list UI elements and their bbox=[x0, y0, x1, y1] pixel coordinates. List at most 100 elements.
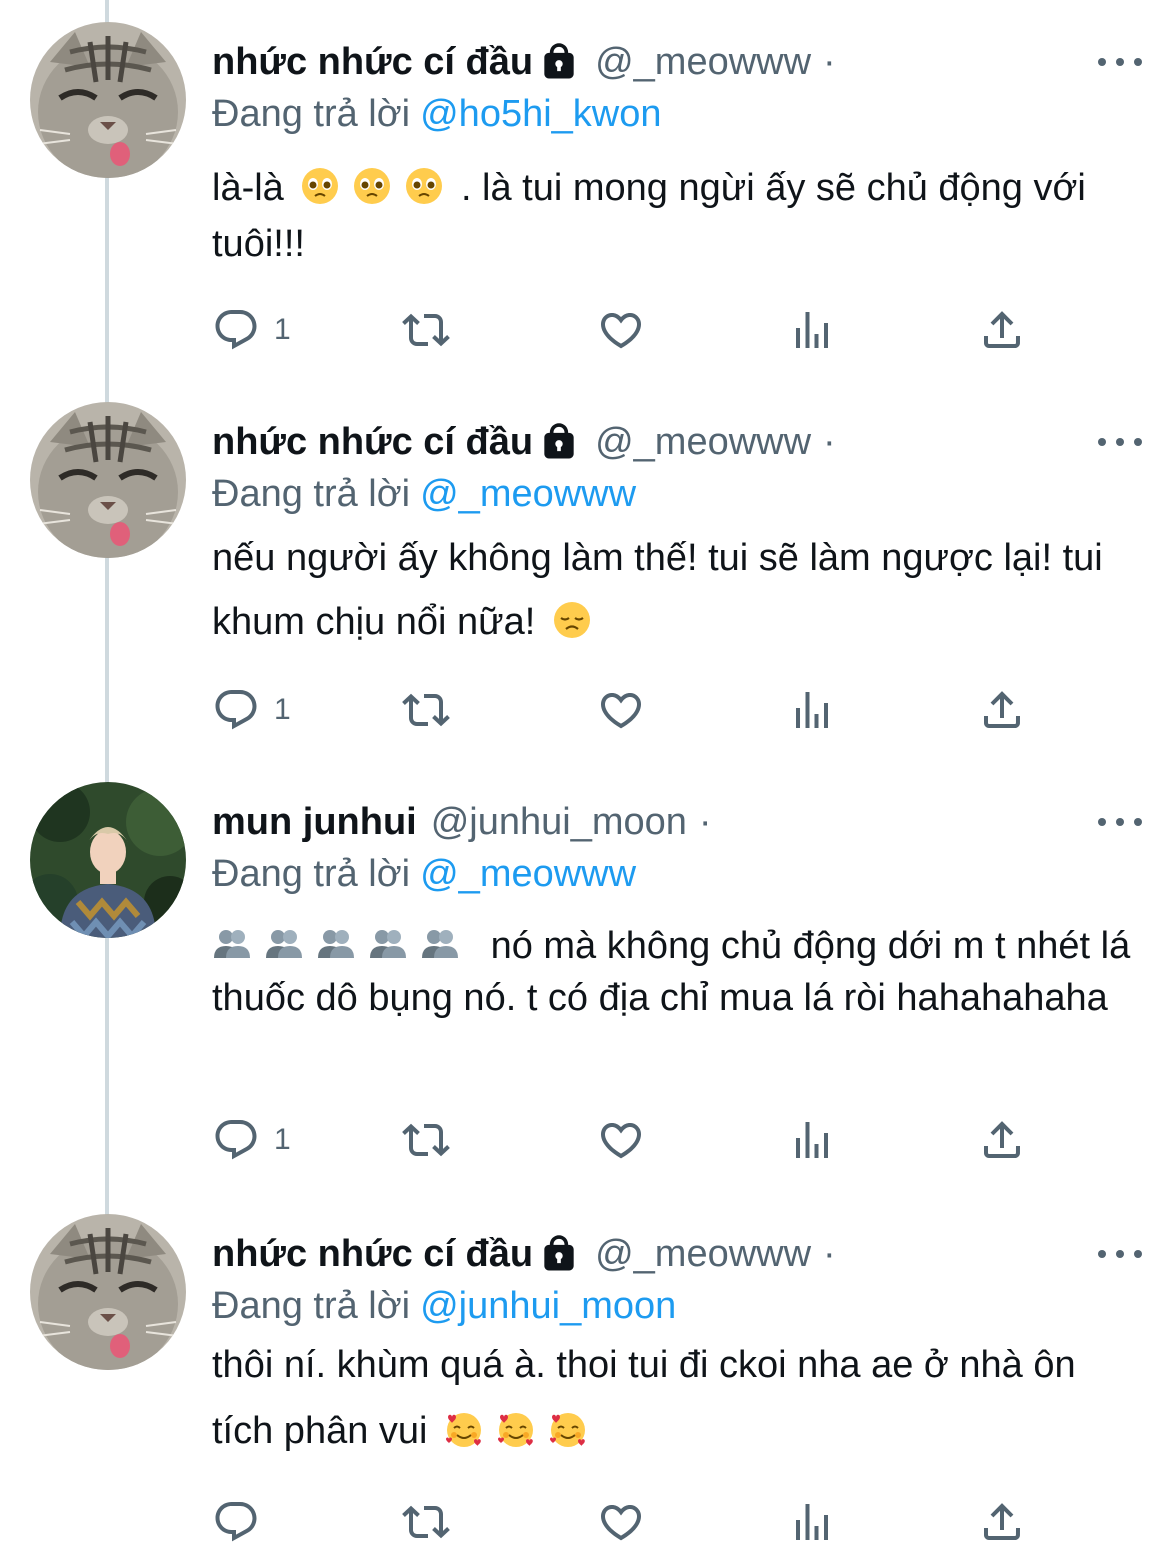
tweet-actions: 1 bbox=[212, 682, 1042, 738]
user-handle[interactable]: @_meowww bbox=[595, 38, 811, 86]
cat-avatar-image bbox=[30, 22, 186, 178]
like-button[interactable] bbox=[597, 302, 645, 358]
tweet-text-part: thôi ní. khùm quá à. thoi tui đi ckoi nh… bbox=[212, 1344, 1076, 1452]
share-button[interactable] bbox=[978, 682, 1026, 738]
separator-dot: · bbox=[823, 41, 836, 83]
cat-avatar-image bbox=[30, 1214, 186, 1370]
retweet-button[interactable] bbox=[402, 1112, 450, 1168]
share-button[interactable] bbox=[978, 1112, 1026, 1168]
more-options-icon[interactable] bbox=[1098, 430, 1142, 454]
lock-icon bbox=[537, 1232, 581, 1276]
pleading-face-emoji bbox=[300, 166, 340, 206]
tweet-header: nhức nhức cí đầu @_meowww · bbox=[212, 38, 1110, 86]
tweet-4[interactable]: nhức nhức cí đầu @_meowww · Đang trả lời… bbox=[0, 1212, 1170, 1556]
like-button[interactable] bbox=[597, 1494, 645, 1550]
pleading-face-emoji bbox=[404, 166, 444, 206]
busts-emoji bbox=[264, 924, 304, 964]
views-icon bbox=[788, 686, 836, 734]
mention-link[interactable]: @ho5hi_kwon bbox=[420, 93, 661, 135]
reply-icon bbox=[212, 1116, 260, 1164]
tweet-text-part: . là tui mong ngừi ấy sẽ chủ động với tu… bbox=[212, 167, 1086, 265]
more-options-icon[interactable] bbox=[1098, 810, 1142, 834]
reply-count: 1 bbox=[274, 693, 291, 726]
replying-to: Đang trả lời @junhui_moon bbox=[212, 1280, 676, 1332]
tweet-header: nhức nhức cí đầu @_meowww · bbox=[212, 418, 1110, 466]
retweet-icon bbox=[402, 1498, 450, 1546]
cat-avatar-image bbox=[30, 402, 186, 558]
tweet-text: thôi ní. khùm quá à. thoi tui đi ckoi nh… bbox=[212, 1332, 1142, 1464]
tweet-text-part: nếu người ấy không làm thế! tui sẽ làm n… bbox=[212, 537, 1103, 643]
user-handle[interactable]: @_meowww bbox=[595, 418, 811, 466]
reply-icon bbox=[212, 1498, 260, 1546]
display-name[interactable]: nhức nhức cí đầu bbox=[212, 1230, 533, 1278]
busts-emoji bbox=[420, 924, 460, 964]
tweet-2[interactable]: nhức nhức cí đầu @_meowww · Đang trả lời… bbox=[0, 400, 1170, 760]
reply-button[interactable]: 1 bbox=[212, 1112, 291, 1168]
display-name[interactable]: nhức nhức cí đầu bbox=[212, 418, 533, 466]
smiling-face-with-hearts-emoji bbox=[444, 1409, 484, 1449]
reply-button[interactable]: 1 bbox=[212, 302, 291, 358]
views-button[interactable] bbox=[788, 1112, 836, 1168]
separator-dot: · bbox=[698, 801, 712, 843]
views-icon bbox=[788, 1498, 836, 1546]
user-handle[interactable]: @_meowww bbox=[595, 1230, 811, 1278]
lock-icon bbox=[537, 420, 581, 464]
more-options-icon[interactable] bbox=[1098, 50, 1142, 74]
disappointed-face-emoji bbox=[552, 600, 592, 640]
avatar[interactable] bbox=[30, 22, 186, 178]
like-button[interactable] bbox=[597, 1112, 645, 1168]
replying-label: Đang trả lời bbox=[212, 93, 411, 135]
replying-label: Đang trả lời bbox=[212, 473, 411, 515]
lock-icon bbox=[537, 40, 581, 84]
pleading-face-emoji bbox=[352, 166, 392, 206]
share-button[interactable] bbox=[978, 302, 1026, 358]
busts-emoji bbox=[368, 924, 408, 964]
reply-icon bbox=[212, 306, 260, 354]
share-icon bbox=[978, 306, 1026, 354]
retweet-icon bbox=[402, 306, 450, 354]
like-icon bbox=[597, 1498, 645, 1546]
retweet-button[interactable] bbox=[402, 302, 450, 358]
views-icon bbox=[788, 1116, 836, 1164]
busts-emoji bbox=[212, 924, 252, 964]
views-button[interactable] bbox=[788, 302, 836, 358]
user-handle[interactable]: @junhui_moon bbox=[431, 798, 687, 846]
avatar[interactable] bbox=[30, 782, 186, 938]
share-button[interactable] bbox=[978, 1494, 1026, 1550]
views-button[interactable] bbox=[788, 1494, 836, 1550]
avatar[interactable] bbox=[30, 1214, 186, 1370]
more-options-icon[interactable] bbox=[1098, 1242, 1142, 1266]
replying-to: Đang trả lời @_meowww bbox=[212, 468, 636, 520]
share-icon bbox=[978, 1498, 1026, 1546]
tweet-1[interactable]: nhức nhức cí đầu @_meowww · Đang trả lời… bbox=[0, 20, 1170, 380]
tweet-actions: 1 bbox=[212, 1112, 1042, 1168]
mention-link[interactable]: @_meowww bbox=[420, 853, 636, 895]
reply-button[interactable]: 1 bbox=[212, 682, 291, 738]
tweet-actions: 1 bbox=[212, 302, 1042, 358]
separator-dot: · bbox=[823, 421, 836, 463]
avatar[interactable] bbox=[30, 402, 186, 558]
tweet-header: nhức nhức cí đầu @_meowww · bbox=[212, 1230, 1110, 1278]
mention-link[interactable]: @_meowww bbox=[420, 473, 636, 515]
reply-button[interactable] bbox=[212, 1494, 274, 1550]
display-name[interactable]: nhức nhức cí đầu bbox=[212, 38, 533, 86]
tweet-3[interactable]: mun junhui @junhui_moon · Đang trả lời @_… bbox=[0, 780, 1170, 1200]
retweet-icon bbox=[402, 1116, 450, 1164]
replying-label: Đang trả lời bbox=[212, 1285, 411, 1327]
tweet-text-part: là-là bbox=[212, 167, 284, 209]
like-icon bbox=[597, 1116, 645, 1164]
reply-count: 1 bbox=[274, 313, 291, 346]
tweet-text: nếu người ấy không làm thế! tui sẽ làm n… bbox=[212, 526, 1142, 654]
smiling-face-with-hearts-emoji bbox=[548, 1409, 588, 1449]
like-button[interactable] bbox=[597, 682, 645, 738]
retweet-button[interactable] bbox=[402, 682, 450, 738]
reply-count: 1 bbox=[274, 1123, 291, 1156]
tweet-actions bbox=[212, 1494, 1042, 1550]
views-button[interactable] bbox=[788, 682, 836, 738]
retweet-button[interactable] bbox=[402, 1494, 450, 1550]
views-icon bbox=[788, 306, 836, 354]
display-name[interactable]: mun junhui bbox=[212, 798, 417, 846]
mention-link[interactable]: @junhui_moon bbox=[420, 1285, 676, 1327]
share-icon bbox=[978, 686, 1026, 734]
like-icon bbox=[597, 306, 645, 354]
